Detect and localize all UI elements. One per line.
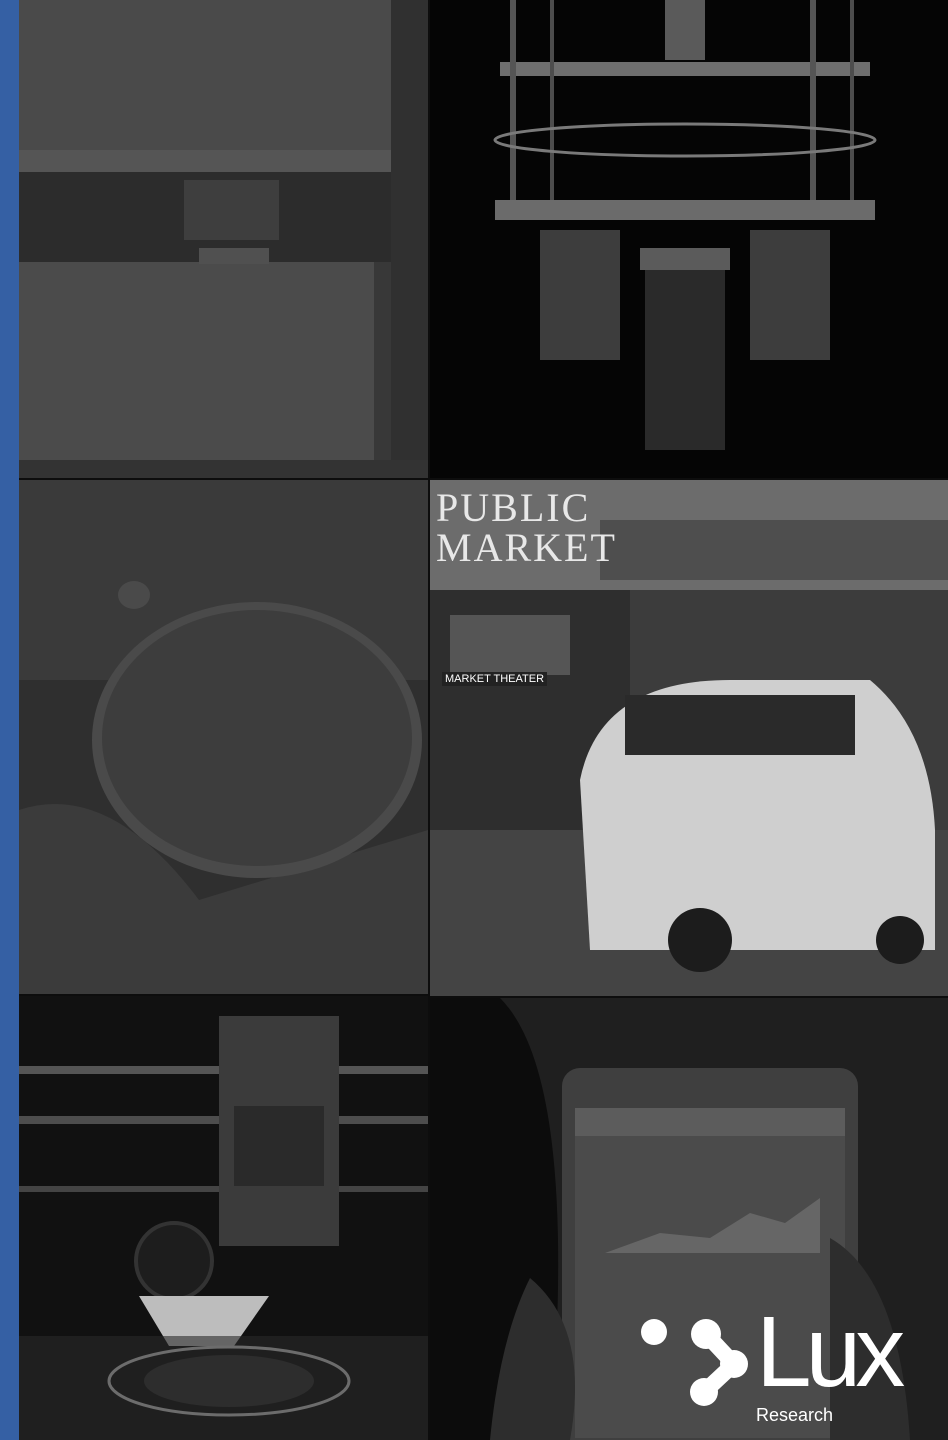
battery-cells-photo: [19, 0, 428, 478]
logo-tagline: Research: [756, 1405, 834, 1425]
lux-molecule-icon: [641, 1319, 748, 1406]
accent-side-bar: [0, 0, 19, 1440]
lux-research-logo: Lux Research: [640, 1302, 920, 1426]
theater-sign-text: MARKET THEATER: [442, 672, 548, 686]
quantum-computer-photo: [430, 0, 948, 478]
3d-printer-photo: [19, 996, 428, 1440]
electric-car-market-photo: PUBLIC MARKET MARKET THEATER: [430, 480, 948, 996]
logo-wordmark: Lux: [756, 1296, 905, 1408]
market-sign-text: PUBLIC MARKET: [436, 485, 617, 570]
petri-dish-photo: [19, 480, 428, 994]
